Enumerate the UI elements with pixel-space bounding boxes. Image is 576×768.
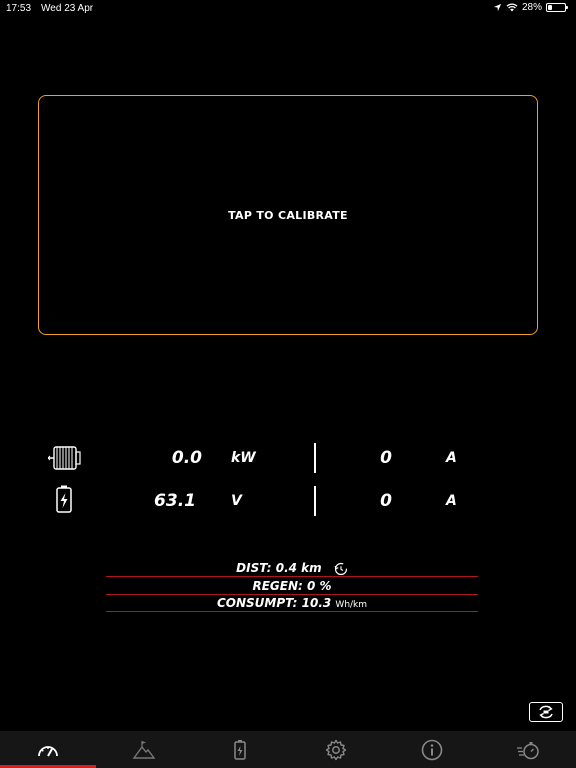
trip-regen: REGEN: 0 % [106, 578, 478, 595]
calibrate-button[interactable]: TAP TO CALIBRATE [38, 95, 538, 335]
tab-info[interactable] [384, 731, 480, 768]
wifi-icon [506, 3, 518, 12]
trip-distance: DIST: 0.4 km [106, 560, 478, 577]
tab-bar [0, 731, 576, 768]
tab-dashboard[interactable] [0, 731, 96, 768]
info-icon [421, 739, 443, 760]
tab-settings[interactable] [288, 731, 384, 768]
battery-charge-icon [56, 485, 72, 513]
gear-icon [325, 739, 347, 760]
motor-power-unit: kW [231, 450, 256, 466]
location-icon [493, 3, 502, 12]
row-divider [314, 486, 316, 516]
status-date: Wed 23 Apr [41, 3, 94, 14]
speedometer-icon [38, 745, 58, 756]
motor-icon [48, 446, 81, 470]
trip-divider [106, 611, 478, 612]
battery-current-unit: A [446, 493, 457, 509]
swap-icon [539, 705, 553, 719]
calibrate-label: TAP TO CALIBRATE [228, 208, 348, 222]
tab-elevation[interactable] [96, 731, 192, 768]
tab-stopwatch[interactable] [480, 731, 576, 768]
battery-current-value: 0 [380, 491, 392, 511]
motor-readout-row: 0.0 kW 0 A [0, 441, 576, 475]
stopwatch-icon [517, 741, 539, 759]
battery-percent: 28% [521, 2, 542, 13]
trip-consumption-text: CONSUMPT: 10.3 [216, 596, 332, 610]
tab-battery[interactable] [192, 731, 288, 768]
status-battery-icon [546, 3, 568, 12]
battery-voltage-unit: V [231, 493, 242, 509]
trip-distance-text: DIST: 0.4 km [236, 561, 322, 575]
battery-readout-row: 63.1 V 0 A [0, 484, 576, 518]
status-time: 17:53 [6, 3, 32, 14]
swap-mode-button[interactable] [529, 702, 563, 722]
motor-current-value: 0 [380, 448, 392, 468]
trip-regen-text: REGEN: 0 % [252, 579, 332, 593]
motor-current-unit: A [446, 450, 457, 466]
trip-consumption-unit: Wh/km [335, 600, 368, 610]
reset-trip-icon[interactable] [334, 562, 348, 576]
battery-voltage-value: 63.1 [154, 491, 196, 511]
trip-consumption: CONSUMPT: 10.3 Wh/km [106, 595, 478, 612]
motor-power-value: 0.0 [171, 448, 202, 468]
row-divider [314, 443, 316, 473]
trip-divider [106, 576, 478, 577]
elevation-icon [132, 740, 156, 759]
status-bar: 17:53 Wed 23 Apr 28% [0, 0, 576, 16]
battery-icon [234, 739, 246, 760]
